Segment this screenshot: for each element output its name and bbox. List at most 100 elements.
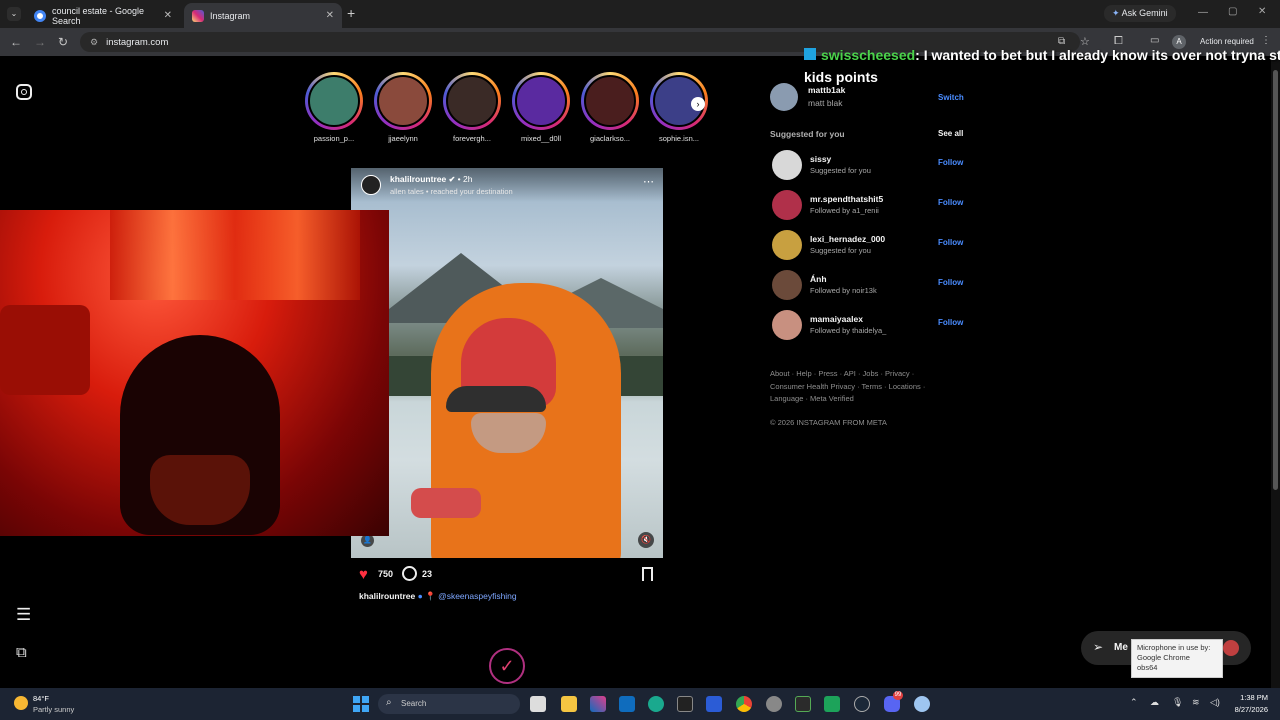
- story-username: mixed__d0ll: [520, 134, 562, 143]
- location-pin-icon: 📍: [425, 591, 436, 601]
- post-audio[interactable]: allen tales • reached your destination: [390, 187, 513, 196]
- edge-icon[interactable]: [648, 696, 664, 712]
- follow-button[interactable]: Follow: [938, 158, 963, 167]
- weather-desc[interactable]: Partly sunny: [33, 705, 74, 714]
- caption-tag[interactable]: @skeenaspeyfishing: [438, 591, 517, 601]
- follow-button[interactable]: Follow: [938, 278, 963, 287]
- close-window-button[interactable]: ✕: [1258, 6, 1266, 17]
- story-avatar: [446, 75, 498, 127]
- mute-icon[interactable]: 🔇: [638, 532, 654, 548]
- suggested-user-name[interactable]: Ánh: [810, 274, 827, 284]
- post-author-avatar[interactable]: [361, 175, 381, 195]
- story-username: jjaeelynn: [388, 134, 418, 143]
- like-heart-icon[interactable]: ♥: [359, 566, 368, 583]
- instagram-logo-icon[interactable]: [16, 84, 32, 100]
- app-icon[interactable]: [824, 696, 840, 712]
- tab-search-button[interactable]: ⌄: [7, 7, 21, 21]
- forward-icon[interactable]: →: [34, 35, 46, 49]
- story-item[interactable]: mixed__d0ll: [511, 72, 571, 143]
- footer-links-line[interactable]: Consumer Health Privacy · Terms · Locati…: [770, 381, 925, 394]
- close-tab-icon[interactable]: ✕: [326, 10, 334, 21]
- site-info-icon[interactable]: ⚙: [90, 37, 98, 48]
- stories-next-icon[interactable]: ›: [691, 97, 705, 111]
- post-author-name[interactable]: khalilrountree: [390, 174, 446, 184]
- task-view-icon[interactable]: [530, 696, 546, 712]
- file-explorer-icon[interactable]: [561, 696, 577, 712]
- suggested-user-reason: Followed by noir13k: [810, 286, 877, 295]
- chrome-icon[interactable]: [736, 696, 752, 712]
- start-windows-icon[interactable]: [353, 696, 369, 712]
- epic-games-icon[interactable]: [677, 696, 693, 712]
- suggested-user-name[interactable]: lexi_hernadez_000: [810, 234, 885, 244]
- profile-avatar[interactable]: [770, 83, 798, 111]
- microphone-icon[interactable]: 🎙: [1172, 697, 1183, 708]
- also-from-meta-icon[interactable]: ⧉: [16, 644, 27, 661]
- steam-icon[interactable]: [854, 696, 870, 712]
- suggested-user-avatar[interactable]: [772, 190, 802, 220]
- follow-button[interactable]: Follow: [938, 238, 963, 247]
- tab-instagram[interactable]: Instagram ✕: [184, 3, 342, 28]
- wifi-icon[interactable]: ≋: [1192, 697, 1200, 708]
- suggested-user-avatar[interactable]: [772, 310, 802, 340]
- show-hidden-icons[interactable]: ⌃: [1130, 697, 1138, 708]
- follow-button[interactable]: Follow: [938, 318, 963, 327]
- new-tab-button[interactable]: +: [347, 5, 355, 21]
- scrollbar[interactable]: [1271, 56, 1280, 688]
- comment-icon[interactable]: [402, 566, 417, 581]
- ask-gemini-button[interactable]: ✦ Ask Gemini: [1104, 5, 1176, 22]
- suggested-user-name[interactable]: mr.spendthatshit5: [810, 194, 883, 204]
- story-item[interactable]: passion_p...: [304, 72, 364, 143]
- settings-gear-icon[interactable]: [766, 696, 782, 712]
- terminal-icon[interactable]: [795, 696, 811, 712]
- taskbar-search-box[interactable]: ⌕ Search: [378, 694, 520, 714]
- weather-sun-icon[interactable]: [14, 696, 28, 710]
- story-item[interactable]: jjaeelynn: [373, 72, 433, 143]
- url-text: instagram.com: [106, 36, 169, 48]
- person-glove: [411, 488, 481, 518]
- clock-date[interactable]: 8/27/2026: [1226, 705, 1268, 714]
- suggested-user-row: mr.spendthatshit5 Followed by a1_renii Fol…: [772, 190, 972, 222]
- app-icon[interactable]: [914, 696, 930, 712]
- clock-time[interactable]: 1:38 PM: [1230, 693, 1268, 702]
- scrollbar-thumb[interactable]: [1273, 70, 1278, 490]
- reload-icon[interactable]: ↻: [58, 35, 68, 49]
- footer-links-line[interactable]: Language · Meta Verified: [770, 393, 925, 406]
- tab-google-search[interactable]: council estate - Google Search ✕: [26, 3, 180, 28]
- story-item[interactable]: forevergh...: [442, 72, 502, 143]
- story-item[interactable]: giaclarkso...: [580, 72, 640, 143]
- minimize-button[interactable]: —: [1198, 7, 1208, 18]
- back-icon[interactable]: ←: [10, 35, 22, 49]
- suggested-user-name[interactable]: mamaiyaalex: [810, 314, 863, 324]
- more-menu-icon[interactable]: ☰: [16, 606, 31, 624]
- discord-icon[interactable]: 99: [884, 691, 903, 712]
- suggested-user-name[interactable]: sissy: [810, 154, 831, 164]
- story-ring: [581, 72, 639, 130]
- post-options-icon[interactable]: ⋯: [643, 175, 654, 188]
- footer-links-line[interactable]: About · Help · Press · API · Jobs · Priv…: [770, 368, 925, 381]
- onedrive-icon[interactable]: ☁: [1150, 697, 1159, 708]
- notification-badge: 99: [893, 691, 903, 700]
- see-all-link[interactable]: See all: [938, 129, 963, 138]
- outlook-icon[interactable]: [619, 696, 635, 712]
- caption-author[interactable]: khalilrountree: [359, 591, 415, 601]
- post-media[interactable]: khalilrountree ✔ • 2h allen tales • reac…: [351, 168, 663, 558]
- story-username: giaclarkso...: [589, 134, 631, 143]
- volume-icon[interactable]: ◁): [1210, 697, 1220, 708]
- suggested-user-reason: Followed by thaidelya_: [810, 326, 887, 335]
- like-count[interactable]: 750: [378, 569, 393, 579]
- store-icon[interactable]: [706, 696, 722, 712]
- copyright: © 2026 INSTAGRAM FROM META: [770, 418, 887, 427]
- suggested-user-avatar[interactable]: [772, 270, 802, 300]
- copilot-icon[interactable]: [590, 696, 606, 712]
- suggested-user-avatar[interactable]: [772, 230, 802, 260]
- close-tab-icon[interactable]: ✕: [164, 10, 172, 21]
- comment-count[interactable]: 23: [422, 569, 432, 579]
- switch-account-link[interactable]: Switch: [938, 93, 964, 102]
- maximize-button[interactable]: ▢: [1228, 6, 1237, 17]
- suggested-header: Suggested for you: [770, 129, 845, 139]
- save-bookmark-icon[interactable]: [642, 567, 653, 581]
- suggested-user-avatar[interactable]: [772, 150, 802, 180]
- weather-temp[interactable]: 84°F: [33, 694, 49, 703]
- follow-button[interactable]: Follow: [938, 198, 963, 207]
- gemini-icon: ✦: [1112, 8, 1120, 18]
